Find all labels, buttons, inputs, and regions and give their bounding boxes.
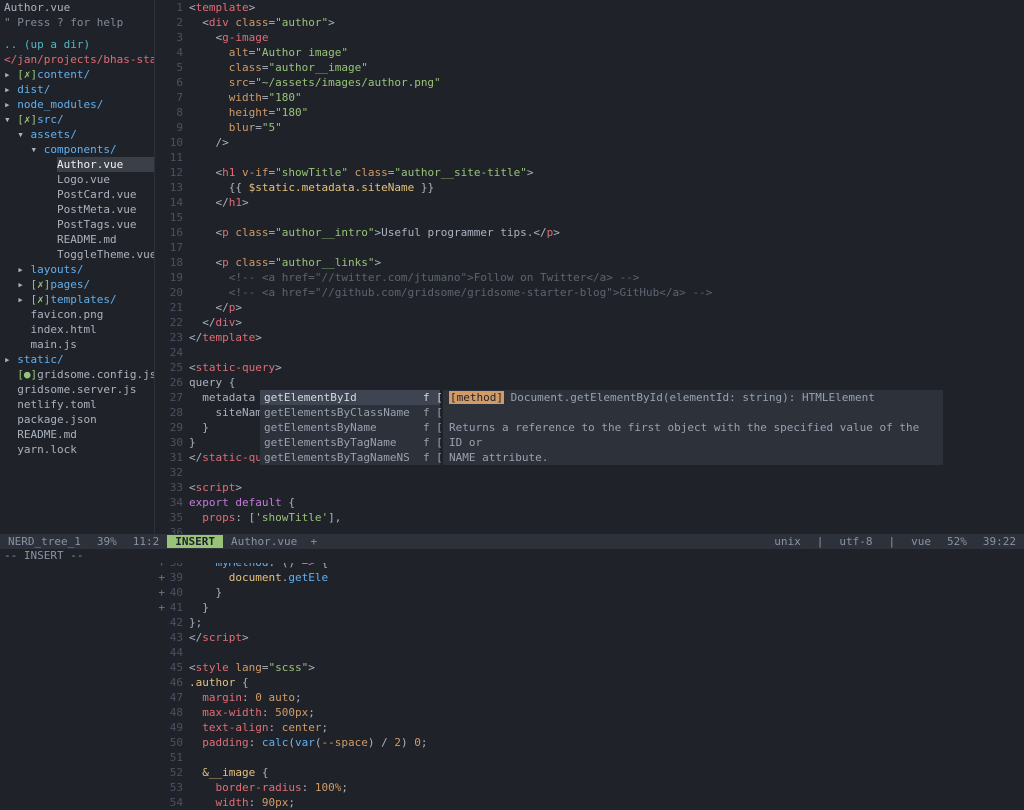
tree-item[interactable]: ▸ layouts/ <box>4 262 150 277</box>
tree-item[interactable]: yarn.lock <box>4 442 150 457</box>
tree-item[interactable]: PostMeta.vue <box>4 202 150 217</box>
file-tree[interactable]: Author.vue " Press ? for help .. (up a d… <box>0 0 155 534</box>
editor-pane[interactable]: 1234567891011121314151617181920212223242… <box>155 0 1024 534</box>
tree-item[interactable]: ▸ [✗]pages/ <box>4 277 150 292</box>
tree-item[interactable]: Logo.vue <box>4 172 150 187</box>
tree-item[interactable]: ▸ node_modules/ <box>4 97 150 112</box>
status-left-pane: NERD_tree_1 <box>0 535 89 548</box>
file-title: Author.vue <box>4 0 150 15</box>
tree-item[interactable]: gridsome.server.js <box>4 382 150 397</box>
tree-item[interactable]: package.json <box>4 412 150 427</box>
tree-item[interactable]: index.html <box>4 322 150 337</box>
tree-updir[interactable]: .. (up a dir) <box>4 38 90 51</box>
tree-item[interactable]: ▸ static/ <box>4 352 150 367</box>
tree-help: " Press ? for help <box>4 15 150 30</box>
signature-help: [method] Document.getElementById(element… <box>443 390 943 465</box>
mode-indicator: INSERT <box>167 535 223 548</box>
completion-item[interactable]: getElementsByClassName f [LS] <box>260 405 440 420</box>
completion-popup[interactable]: getElementById f [LS]getElementsByClassN… <box>260 390 440 465</box>
completion-item[interactable]: getElementsByTagNameNS f [LS] <box>260 450 440 465</box>
completion-item[interactable]: getElementsByName f [LS] <box>260 420 440 435</box>
tree-item[interactable]: Author.vue <box>4 157 150 172</box>
status-line: NERD_tree_1 39% 11:2 INSERT Author.vue +… <box>0 534 1024 549</box>
line-gutter: 1234567891011121314151617181920212223242… <box>155 0 189 534</box>
completion-item[interactable]: getElementById f [LS] <box>260 390 440 405</box>
tree-item[interactable]: README.md <box>4 232 150 247</box>
tree-item[interactable]: main.js <box>4 337 150 352</box>
tree-root[interactable]: </jan/projects/bhas-static/ <box>4 52 150 67</box>
tree-item[interactable]: favicon.png <box>4 307 150 322</box>
tree-item[interactable]: ▸ dist/ <box>4 82 150 97</box>
tree-item[interactable]: ▸ [✗]content/ <box>4 67 150 82</box>
tree-item[interactable]: README.md <box>4 427 150 442</box>
tree-item[interactable]: [●]gridsome.config.js <box>4 367 150 382</box>
completion-item[interactable]: getElementsByTagName f [LS] <box>260 435 440 450</box>
tree-item[interactable]: PostCard.vue <box>4 187 150 202</box>
command-line[interactable]: -- INSERT -- <box>0 549 1024 563</box>
tree-item[interactable]: netlify.toml <box>4 397 150 412</box>
tree-item[interactable]: ▾ [✗]src/ <box>4 112 150 127</box>
tree-item[interactable]: PostTags.vue <box>4 217 150 232</box>
tree-item[interactable]: ▾ components/ <box>4 142 150 157</box>
tree-item[interactable]: ▸ [✗]templates/ <box>4 292 150 307</box>
tree-item[interactable]: ▾ assets/ <box>4 127 150 142</box>
tree-item[interactable]: ToggleTheme.vue <box>4 247 150 262</box>
